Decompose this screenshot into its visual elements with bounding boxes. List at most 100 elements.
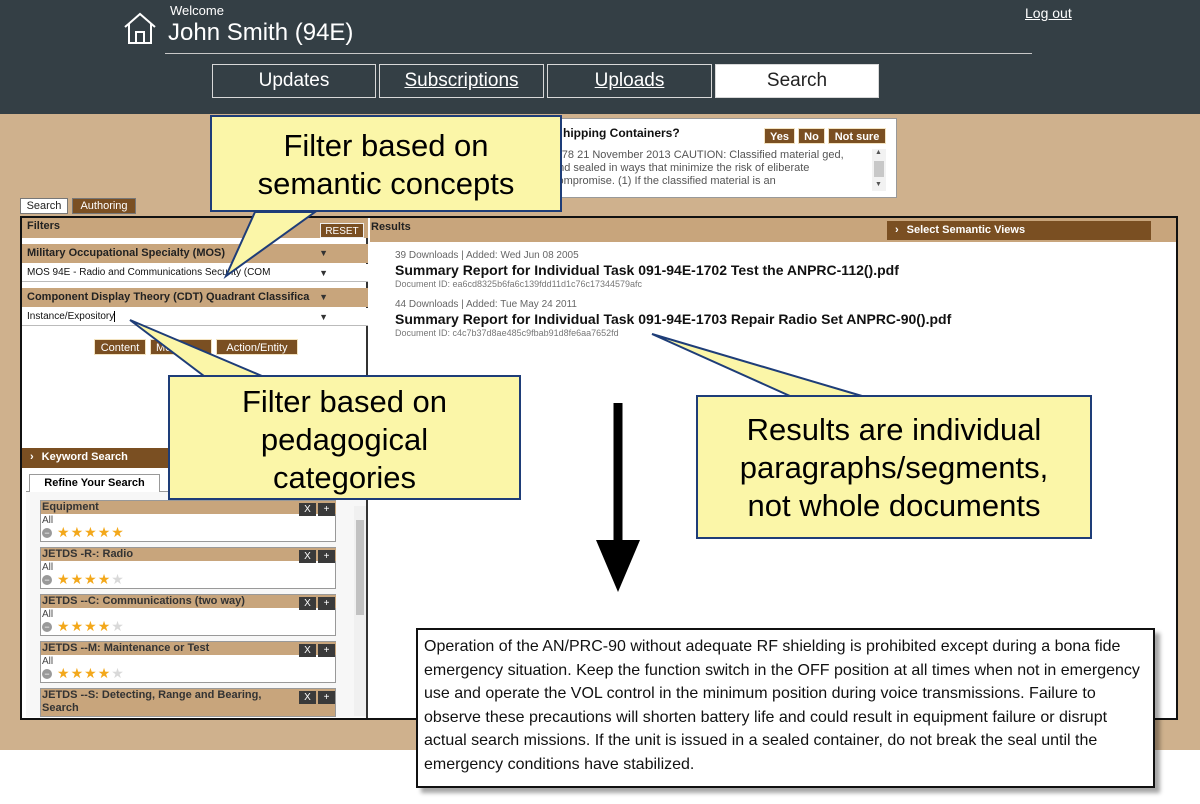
no-button[interactable]: No [798,128,825,144]
not-sure-button[interactable]: Not sure [828,128,886,144]
facet-title-cont: Search [42,702,79,714]
facet-remove-button[interactable]: X [299,644,316,657]
mos-label: Military Occupational Specialty (MOS) [27,247,226,259]
logout-link[interactable]: Log out [1025,5,1072,21]
facet-equipment: Equipment X + All − ★★★★★ [40,500,336,542]
result-document-id: Document ID: c4c7b37d8ae485c9fbab91d8fe6… [395,328,619,338]
facet-remove-button[interactable]: X [299,691,316,704]
facet-add-button[interactable]: + [318,691,335,704]
tab-updates[interactable]: Updates [212,64,376,98]
result-title-link[interactable]: Summary Report for Individual Task 091-9… [395,311,951,327]
keyword-search-label: Keyword Search [41,451,128,463]
callout-line: Results are individual [746,412,1042,447]
user-name: John Smith (94E) [168,19,354,46]
mos-filter-label[interactable]: Military Occupational Specialty (MOS) ▼ [22,244,368,263]
callout-line: semantic concepts [257,166,515,201]
reset-button[interactable]: RESET [320,223,364,238]
star-filled-icon[interactable]: ★ [98,524,112,540]
facet-add-button[interactable]: + [318,503,335,516]
facet-value: All [42,562,54,573]
star-filled-icon[interactable]: ★ [111,524,125,540]
welcome-label: Welcome [170,3,224,18]
facet-add-button[interactable]: + [318,644,335,657]
semantic-callout: Filter based on semantic concepts [210,115,562,212]
popup-scrollbar[interactable]: ▲ ▼ [872,149,886,191]
minus-icon[interactable]: − [42,669,52,679]
rating-stars[interactable]: ★★★★★ [57,665,125,682]
tab-subscriptions[interactable]: Subscriptions [379,64,544,98]
tab-uploads[interactable]: Uploads [547,64,712,98]
facet-remove-button[interactable]: X [299,503,316,516]
result-meta: 44 Downloads | Added: Tue May 24 2011 [395,299,577,310]
pedagogical-callout: Filter based on pedagogical categories [168,375,521,500]
cdt-value: Instance/Expository [27,311,115,323]
mos-select[interactable]: MOS 94E - Radio and Communications Secur… [22,264,368,282]
facet-title: JETDS --M: Maintenance or Test [41,642,336,655]
results-title: Results [371,221,411,233]
star-empty-icon[interactable]: ★ [111,665,125,681]
star-filled-icon[interactable]: ★ [57,571,71,587]
star-filled-icon[interactable]: ★ [71,665,85,681]
chevron-down-icon[interactable]: ▼ [319,312,328,322]
mode-tab-search[interactable]: Search [20,198,68,214]
action-entity-button[interactable]: Action/Entity [216,339,298,355]
cdt-label: Component Display Theory (CDT) Quadrant … [27,291,310,303]
cdt-filter-label[interactable]: Component Display Theory (CDT) Quadrant … [22,288,368,307]
mos-value: MOS 94E - Radio and Communications Secur… [27,267,271,278]
star-filled-icon[interactable]: ★ [84,524,98,540]
star-filled-icon[interactable]: ★ [71,524,85,540]
facet-title: Equipment [41,501,336,514]
method-button[interactable]: Me [150,339,212,355]
star-filled-icon[interactable]: ★ [57,524,71,540]
rating-stars[interactable]: ★★★★★ [57,524,125,541]
rating-stars[interactable]: ★★★★★ [57,571,125,588]
facet-jetds-radio: JETDS -R-: Radio X + All − ★★★★★ [40,547,336,589]
facet-add-button[interactable]: + [318,597,335,610]
scroll-up-icon[interactable]: ▲ [875,149,882,156]
semantic-views-dropdown[interactable]: › Select Semantic Views [887,221,1151,240]
star-filled-icon[interactable]: ★ [98,571,112,587]
content-button[interactable]: Content [94,339,146,355]
star-filled-icon[interactable]: ★ [98,665,112,681]
chevron-right-icon: › [895,224,899,236]
tab-search[interactable]: Search [715,64,879,98]
minus-icon[interactable]: − [42,622,52,632]
semantic-views-label: Select Semantic Views [906,224,1026,236]
facet-remove-button[interactable]: X [299,597,316,610]
star-filled-icon[interactable]: ★ [71,571,85,587]
yes-button[interactable]: Yes [764,128,795,144]
facet-title: JETDS --S: Detecting, Range and Bearing,… [41,689,335,716]
home-icon[interactable] [122,10,158,46]
facet-add-button[interactable]: + [318,550,335,563]
result-title-link[interactable]: Summary Report for Individual Task 091-9… [395,262,899,278]
callout-line: not whole documents [747,488,1041,523]
star-filled-icon[interactable]: ★ [84,665,98,681]
star-filled-icon[interactable]: ★ [84,618,98,634]
star-filled-icon[interactable]: ★ [57,665,71,681]
star-filled-icon[interactable]: ★ [71,618,85,634]
callout-line: Filter based on [241,384,448,419]
facet-title: JETDS -R-: Radio [41,548,336,561]
keyword-search-toggle[interactable]: › Keyword Search [22,448,172,468]
cdt-select[interactable]: Instance/Expository ▼ [22,308,368,326]
star-filled-icon[interactable]: ★ [98,618,112,634]
callout-line: paragraphs/segments, [739,450,1049,485]
star-empty-icon[interactable]: ★ [111,571,125,587]
star-filled-icon[interactable]: ★ [57,618,71,634]
facet-remove-button[interactable]: X [299,550,316,563]
chevron-down-icon[interactable]: ▼ [319,248,328,258]
chevron-down-icon[interactable]: ▼ [319,292,328,302]
chevron-down-icon[interactable]: ▼ [319,268,328,278]
callout-line: pedagogical [260,422,429,457]
callout-line: categories [272,460,417,495]
popup-question: hipping Containers? [563,126,680,140]
scroll-down-icon[interactable]: ▼ [875,181,882,188]
refine-search-tab[interactable]: Refine Your Search [29,474,160,492]
star-filled-icon[interactable]: ★ [84,571,98,587]
refine-scrollbar-thumb[interactable] [356,520,364,615]
minus-icon[interactable]: − [42,575,52,585]
mode-tab-authoring[interactable]: Authoring [72,198,136,214]
star-empty-icon[interactable]: ★ [111,618,125,634]
minus-icon[interactable]: − [42,528,52,538]
rating-stars[interactable]: ★★★★★ [57,618,125,635]
